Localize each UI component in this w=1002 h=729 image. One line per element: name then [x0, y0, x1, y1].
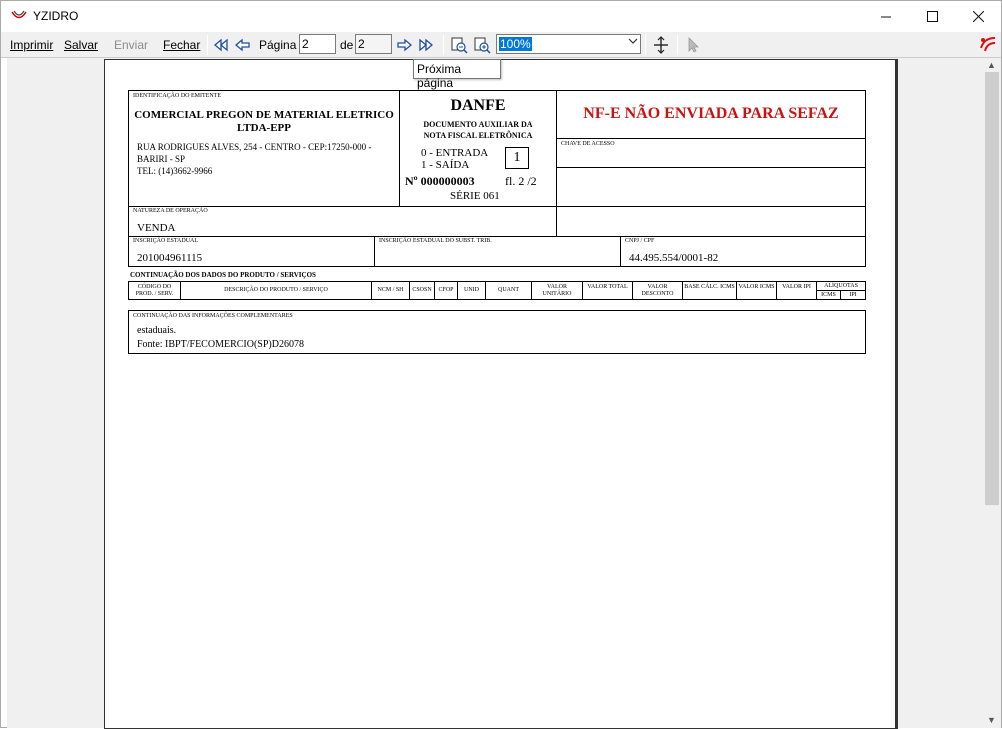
- danfe-box: DANFE DOCUMENTO AUXILIAR DA NOTA FISCAL …: [399, 90, 557, 207]
- zoom-out-icon[interactable]: [450, 36, 468, 54]
- last-page-icon[interactable]: [417, 36, 435, 54]
- emitter-address1: RUA RODRIGUES ALVES, 254 - CENTRO - CEP:…: [137, 142, 372, 152]
- entry-label: 0 - ENTRADA: [421, 147, 489, 159]
- col-rate-icms: ICMS: [817, 291, 841, 300]
- col-ncm: NCM / SH: [372, 282, 410, 300]
- save-label: Salvar: [64, 38, 99, 52]
- close-button[interactable]: Fechar: [163, 38, 200, 52]
- col-icms-value: VALOR ICMS: [737, 282, 777, 300]
- emitter-address2: BARIRI - SP: [137, 154, 186, 164]
- scroll-thumb[interactable]: [985, 72, 999, 505]
- col-rate-ipi: IPI: [849, 292, 857, 298]
- col-csosn: CSOSN: [410, 282, 435, 300]
- emitter-phone: TEL: (14)3662-9966: [137, 166, 213, 176]
- col-unit-value: VALOR UNITÁRIO: [532, 282, 583, 300]
- pointer-icon[interactable]: [684, 36, 702, 54]
- zoom-select[interactable]: 100%: [496, 34, 641, 54]
- col-ipi-value: VALOR IPI: [777, 282, 817, 300]
- save-button[interactable]: Salvar: [64, 38, 98, 52]
- next-page-tooltip: Próxima página: [413, 59, 501, 90]
- col-discount: VALOR DESCONTO: [633, 282, 683, 300]
- nature-box: Natureza de operação VENDA: [128, 206, 557, 237]
- print-label: Imprimir: [10, 38, 54, 52]
- danfe-subtitle2: NOTA FISCAL ELETRÔNICA: [423, 131, 533, 140]
- app-window: YZIDRO Imprimir Salvar Enviar Fechar Pág…: [0, 0, 1002, 729]
- page-number-input[interactable]: [299, 34, 336, 54]
- invoice-number: Nº 000000003: [405, 174, 475, 188]
- cnpj-value: 44.495.554/0001-82: [629, 252, 719, 264]
- additional-info-line1: estaduais.: [137, 325, 177, 336]
- status-message: NF-E NÃO ENVIADA PARA SEFAZ: [583, 105, 839, 122]
- col-icms-base: BASE CÁLC. ICMS: [683, 282, 737, 300]
- scroll-up-icon[interactable]: ▲: [987, 60, 996, 70]
- state-reg-box: Inscrição estadual 201004961115: [128, 236, 375, 267]
- scroll-down-icon[interactable]: ▼: [987, 715, 996, 725]
- title-bar: YZIDRO: [1, 1, 1001, 32]
- separator: [443, 35, 444, 55]
- next-page-icon[interactable]: [395, 36, 413, 54]
- products-header: CÓDIGO DO PROD. / SERV. DESCRIÇÃO DO PRO…: [128, 281, 866, 300]
- series-number: SÉRIE 061: [450, 190, 500, 202]
- state-reg-value: 201004961115: [137, 252, 203, 264]
- brand-logo-icon: [980, 37, 996, 52]
- exit-label: 1 - SAÍDA: [421, 159, 470, 171]
- status-box: NF-E NÃO ENVIADA PARA SEFAZ: [556, 90, 866, 139]
- emitter-box: Identificação do emitente COMERCIAL PREG…: [128, 90, 400, 207]
- send-button[interactable]: Enviar: [114, 38, 148, 52]
- danfe-subtitle1: DOCUMENTO AUXILIAR DA: [423, 120, 533, 129]
- danfe-title: DANFE: [450, 97, 506, 114]
- report-page: Identificação do emitente COMERCIAL PREG…: [104, 59, 898, 729]
- emitter-name: COMERCIAL PREGON DE MATERIAL ELETRICO LT…: [134, 109, 394, 134]
- col-cfop: CFOP: [435, 282, 458, 300]
- cnpj-box: CNPJ / CPF 44.495.554/0001-82: [620, 236, 866, 267]
- additional-info-box: Continuação das informações complementar…: [128, 310, 866, 354]
- window-title: YZIDRO: [33, 9, 79, 23]
- nature-right-box: [556, 206, 866, 237]
- previous-page-icon[interactable]: [234, 36, 252, 54]
- operation-type-value: 1: [505, 147, 529, 169]
- nature-label: Natureza de operação: [133, 208, 208, 214]
- access-key-label: Chave de acesso: [561, 141, 615, 147]
- access-key-box: Chave de acesso: [556, 138, 866, 168]
- send-label: Enviar: [114, 38, 149, 52]
- move-icon[interactable]: [652, 36, 670, 54]
- state-reg-label: Inscrição estadual: [133, 238, 199, 244]
- col-quantity: QUANT: [486, 282, 532, 300]
- nature-value: VENDA: [137, 222, 176, 234]
- print-button[interactable]: Imprimir: [10, 38, 53, 52]
- total-pages-field: [355, 34, 392, 54]
- cnpj-label: CNPJ / CPF: [625, 238, 655, 244]
- col-code: CÓDIGO DO PROD. / SERV.: [129, 282, 181, 300]
- subst-reg-label: Inscrição estadual do subst. trib.: [379, 238, 492, 244]
- maximize-icon[interactable]: [909, 1, 955, 32]
- app-logo-icon: [11, 10, 27, 19]
- additional-info-label: Continuação das informações complementar…: [133, 313, 293, 319]
- col-total-value: VALOR TOTAL: [583, 282, 633, 300]
- products-title: CONTINUAÇÃO DOS DADOS DO PRODUTO / SERVI…: [130, 271, 316, 279]
- sheet-number: fl. 2 /2: [505, 174, 537, 188]
- minimize-icon[interactable]: [863, 1, 909, 32]
- col-rates: ALÍQUOTAS: [817, 282, 865, 291]
- first-page-icon[interactable]: [212, 36, 230, 54]
- col-description: DESCRIÇÃO DO PRODUTO / SERVIÇO: [181, 282, 372, 300]
- zoom-value: 100%: [499, 37, 532, 51]
- separator: [677, 35, 678, 55]
- close-label: Fechar: [163, 38, 201, 52]
- chevron-down-icon: [628, 37, 638, 48]
- close-icon[interactable]: [955, 1, 1001, 32]
- subst-reg-box: Inscrição estadual do subst. trib.: [374, 236, 621, 267]
- barcode-box: [556, 167, 866, 207]
- toolbar: Imprimir Salvar Enviar Fechar Página de: [1, 32, 1001, 58]
- col-unit: UNID: [458, 282, 486, 300]
- additional-info-line2: Fonte: IBPT/FECOMERCIO(SP)D26078: [137, 339, 304, 350]
- of-label: de: [340, 38, 354, 52]
- separator: [207, 35, 208, 55]
- zoom-in-icon[interactable]: [473, 36, 491, 54]
- page-label: Página: [259, 38, 297, 52]
- emitter-label: Identificação do emitente: [133, 93, 221, 99]
- separator: [645, 35, 646, 55]
- vertical-scrollbar[interactable]: ▲ ▼: [983, 58, 1001, 728]
